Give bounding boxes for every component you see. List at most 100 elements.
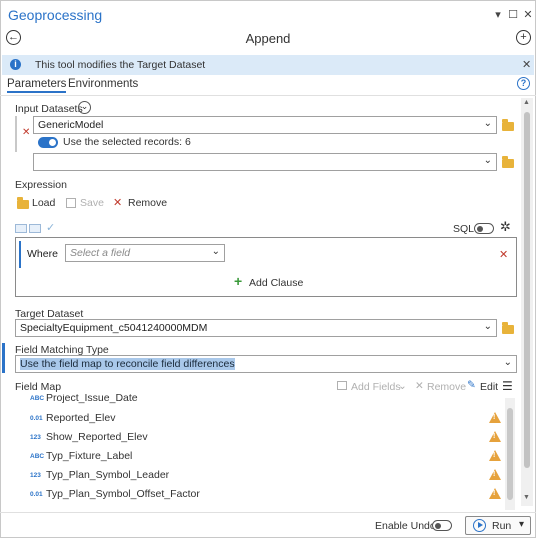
scroll-up-icon[interactable]: ▲: [523, 99, 530, 106]
tab-divider: [0, 95, 536, 96]
sql-label: SQL: [453, 223, 475, 235]
tab-parameters[interactable]: Parameters: [7, 78, 67, 93]
run-label: Run: [492, 520, 512, 532]
field-type-icon: ABC: [30, 452, 45, 460]
remove-clause-icon[interactable]: ✕: [499, 248, 508, 261]
warning-icon: [489, 450, 501, 461]
input-dataset-field[interactable]: GenericModel ⌄: [33, 116, 497, 134]
pane-title: Geoprocessing: [8, 7, 103, 23]
warning-icon: [489, 412, 501, 423]
field-matching-dropdown[interactable]: Use the field map to reconcile field dif…: [15, 355, 517, 373]
tab-strip: Parameters Environments ?: [0, 77, 536, 95]
settings-gear-icon[interactable]: ✲: [500, 219, 511, 235]
select-field-dropdown[interactable]: Select a field ⌄: [65, 244, 225, 262]
field-name: Show_Reported_Elev: [46, 431, 148, 443]
sql-mode-icon[interactable]: [29, 224, 41, 233]
chevron-down-icon[interactable]: ⌄: [484, 155, 492, 166]
chevron-down-icon[interactable]: ⌄: [212, 246, 220, 257]
tool-header: ← Append +: [0, 28, 536, 50]
field-name: Project_Issue_Date: [46, 394, 138, 404]
input-dataset-value: GenericModel: [38, 119, 104, 131]
save-button[interactable]: Save: [80, 197, 104, 209]
remove-x-icon[interactable]: ✕: [113, 196, 122, 209]
list-item[interactable]: 123 Show_Reported_Elev: [30, 431, 148, 447]
select-field-placeholder: Select a field: [70, 247, 131, 259]
sql-toggle[interactable]: [474, 223, 494, 234]
tab-environments[interactable]: Environments: [68, 78, 138, 90]
add-clause-button[interactable]: Add Clause: [249, 277, 303, 289]
field-name: Reported_Elev: [46, 412, 116, 424]
chevron-down-icon[interactable]: ⌄: [484, 118, 492, 129]
add-plus-icon[interactable]: +: [516, 30, 531, 45]
field-type-icon: 123: [30, 433, 41, 441]
where-label: Where: [27, 248, 58, 260]
load-button[interactable]: Load: [32, 197, 55, 209]
save-disk-icon: [66, 198, 76, 208]
expression-builder: Where Select a field ⌄ ✕ + Add Clause: [15, 237, 517, 297]
load-folder-icon[interactable]: [17, 197, 29, 209]
field-type-icon: 0.01: [30, 490, 43, 498]
chevron-down-icon[interactable]: ▾: [519, 519, 524, 530]
chevron-down-icon[interactable]: ⌄: [484, 321, 492, 332]
close-pane-icon[interactable]: ✕: [521, 8, 535, 22]
use-selected-toggle[interactable]: [38, 137, 58, 148]
add-fields-icon: [337, 381, 347, 390]
input-dataset-empty-field[interactable]: ⌄: [33, 153, 497, 171]
expand-chevron-icon[interactable]: ⌄: [78, 101, 91, 114]
info-banner: i This tool modifies the Target Dataset …: [2, 55, 534, 75]
field-matching-value: Use the field map to reconcile field dif…: [20, 358, 235, 370]
play-icon: [473, 519, 486, 532]
list-item[interactable]: 0.01 Reported_Elev: [30, 412, 115, 428]
focus-indicator: [2, 343, 5, 373]
clause-mode-icon[interactable]: [15, 224, 27, 233]
target-dataset-value: SpecialtyEquipment_c5041240000MDM: [20, 322, 208, 334]
pane-options-icon[interactable]: ▾: [491, 8, 505, 22]
browse-folder-icon[interactable]: [502, 156, 514, 168]
list-item[interactable]: ABC Typ_Fixture_Label: [30, 450, 132, 466]
banner-close-icon[interactable]: ✕: [522, 58, 531, 71]
remove-input-icon[interactable]: ✕: [22, 127, 30, 138]
field-name: Typ_Plan_Symbol_Leader: [46, 469, 170, 481]
chevron-down-icon[interactable]: ⌄: [504, 357, 512, 368]
verify-check-icon[interactable]: ✓: [46, 221, 55, 234]
remove-field-button[interactable]: Remove: [427, 381, 466, 393]
field-type-icon: 0.01: [30, 414, 43, 422]
list-item[interactable]: 0.01 Typ_Plan_Symbol_Offset_Factor: [30, 488, 200, 504]
use-selected-label: Use the selected records: 6: [63, 136, 191, 148]
input-datasets-label: Input Datasets: [15, 103, 83, 115]
tool-name: Append: [245, 31, 291, 46]
where-clause-row: Where Select a field ⌄ ✕: [19, 241, 513, 268]
run-button[interactable]: Run ▾: [465, 516, 531, 535]
input-group-bar: [15, 116, 17, 152]
expression-label: Expression: [15, 179, 67, 191]
enable-undo-toggle[interactable]: [432, 520, 452, 531]
browse-folder-icon[interactable]: [502, 322, 514, 334]
edit-button[interactable]: Edit: [480, 381, 498, 393]
list-item[interactable]: 123 Typ_Plan_Symbol_Leader: [30, 469, 169, 485]
enable-undo-label: Enable Undo: [375, 520, 436, 532]
remove-button[interactable]: Remove: [128, 197, 167, 209]
menu-icon[interactable]: ☰: [502, 379, 513, 393]
warning-icon: [489, 488, 501, 499]
warning-icon: [489, 469, 501, 480]
pencil-icon: ✎: [467, 379, 476, 391]
pane-scroll-thumb[interactable]: [524, 112, 530, 468]
field-map-scrollbar[interactable]: [505, 398, 515, 510]
field-name: Typ_Fixture_Label: [46, 450, 133, 462]
browse-folder-icon[interactable]: [502, 119, 514, 131]
add-clause-plus-icon[interactable]: +: [234, 274, 242, 288]
add-fields-button[interactable]: Add Fields: [351, 381, 401, 393]
field-map-scroll-thumb[interactable]: [507, 408, 513, 500]
pane-scrollbar[interactable]: ▲ ▼: [521, 98, 533, 506]
field-name: Typ_Plan_Symbol_Offset_Factor: [46, 488, 200, 500]
remove-field-x-icon[interactable]: ✕: [415, 380, 424, 392]
field-map-list: ABC Project_Issue_Date 0.01 Reported_Elev …: [15, 394, 517, 510]
list-item[interactable]: ABC Project_Issue_Date: [30, 394, 138, 408]
scroll-down-icon[interactable]: ▼: [523, 494, 530, 501]
chevron-down-icon[interactable]: ⌄: [398, 380, 407, 392]
pane-titlebar: Geoprocessing ▾ ☐ ✕: [0, 0, 536, 30]
field-type-icon: 123: [30, 471, 41, 479]
help-icon[interactable]: ?: [517, 77, 530, 90]
target-dataset-field[interactable]: SpecialtyEquipment_c5041240000MDM ⌄: [15, 319, 497, 337]
maximize-icon[interactable]: ☐: [506, 8, 520, 22]
